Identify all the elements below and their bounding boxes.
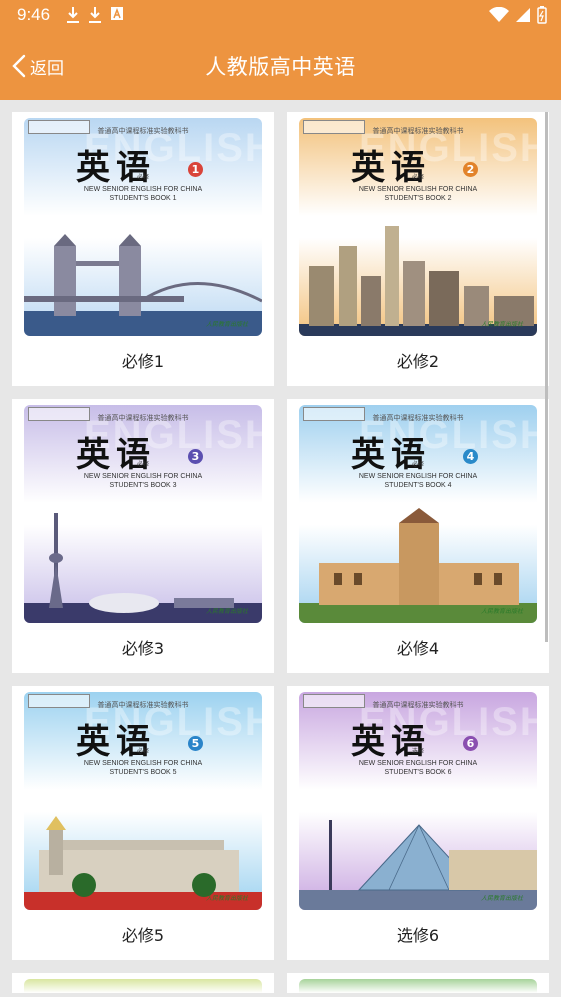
page-title: 人教版高中英语 (205, 55, 356, 79)
cover-series: 普通高中课程标准实验教科书 (97, 414, 189, 422)
cover-subtitle-en: NEW SENIOR ENGLISH FOR CHINA (83, 760, 203, 767)
cover-level: 必修 (136, 462, 149, 468)
cover-subtitle: 选修 NEW SENIOR ENGLISH FOR CHINA STUDENT'… (299, 749, 537, 777)
cover-series: 普通高中课程标准实验教科书 (372, 414, 464, 422)
cover-subtitle: 必修 NEW SENIOR ENGLISH FOR CHINA STUDENT'… (24, 749, 262, 777)
book-card[interactable]: ENGLISH 普通高中课程标准实验教科书 英语 2 必修 NEW SENIOR… (287, 112, 549, 386)
publisher-logo: 人民教育出版社 (205, 321, 248, 328)
cover-scene-image (299, 820, 537, 910)
cover-subtitle-en: NEW SENIOR ENGLISH FOR CHINA (358, 760, 478, 767)
cover-book-en: STUDENT'S BOOK 1 (109, 195, 177, 202)
book-cover: ENGLISH 普通高中课程标准实验教科书 英语 3 必修 NEW SENIOR… (24, 405, 262, 623)
book-cover-partial (24, 979, 262, 993)
book-card[interactable]: ENGLISH 普通高中课程标准实验教科书 英语 3 必修 NEW SENIOR… (12, 399, 274, 673)
signal-icon (516, 8, 530, 22)
cover-subtitle-en: NEW SENIOR ENGLISH FOR CHINA (358, 473, 478, 480)
scrollbar[interactable] (545, 112, 548, 642)
cover-scene-image (24, 234, 262, 336)
book-cover-partial (299, 979, 537, 993)
cover-book-en: STUDENT'S BOOK 2 (384, 195, 452, 202)
book-card[interactable]: ENGLISH 普通高中课程标准实验教科书 英语 5 必修 NEW SENIOR… (12, 686, 274, 960)
cover-subtitle: 必修 NEW SENIOR ENGLISH FOR CHINA STUDENT'… (24, 462, 262, 490)
book-card[interactable]: ENGLISH 普通高中课程标准实验教科书 英语 6 选修 NEW SENIOR… (287, 686, 549, 960)
font-app-icon (111, 7, 123, 20)
cover-level: 必修 (411, 175, 424, 181)
download-icon (67, 7, 79, 23)
cover-book-en: STUDENT'S BOOK 4 (384, 482, 452, 489)
cover-subtitle-en: NEW SENIOR ENGLISH FOR CHINA (83, 186, 203, 193)
cover-subtitle-en: NEW SENIOR ENGLISH FOR CHINA (358, 186, 478, 193)
book-label: 必修2 (396, 352, 440, 371)
cover-book-en: STUDENT'S BOOK 3 (109, 482, 177, 489)
cover-scene-image (24, 513, 262, 623)
book-card-partial[interactable] (12, 973, 274, 993)
book-cover: ENGLISH 普通高中课程标准实验教科书 英语 4 必修 NEW SENIOR… (299, 405, 537, 623)
cover-level: 必修 (411, 462, 424, 468)
book-cover: ENGLISH 普通高中课程标准实验教科书 英语 6 选修 NEW SENIOR… (299, 692, 537, 910)
cover-series: 普通高中课程标准实验教科书 (372, 127, 464, 135)
cover-scene-image (299, 508, 537, 623)
wifi-icon (489, 7, 509, 22)
publisher-logo: 人民教育出版社 (480, 608, 523, 615)
publisher-logo: 人民教育出版社 (480, 321, 523, 328)
book-cover: ENGLISH 普通高中课程标准实验教科书 英语 2 必修 NEW SENIOR… (299, 118, 537, 336)
cover-series: 普通高中课程标准实验教科书 (97, 701, 189, 709)
publisher-logo: 人民教育出版社 (205, 895, 248, 902)
cover-subtitle: 必修 NEW SENIOR ENGLISH FOR CHINA STUDENT'… (299, 462, 537, 490)
publisher-logo: 人民教育出版社 (205, 608, 248, 615)
notification-icons (66, 6, 124, 24)
cover-subtitle: 必修 NEW SENIOR ENGLISH FOR CHINA STUDENT'… (299, 175, 537, 203)
book-cover: ENGLISH 普通高中课程标准实验教科书 英语 1 必修 NEW SENIOR… (24, 118, 262, 336)
book-label: 必修3 (121, 639, 165, 658)
book-card[interactable]: ENGLISH 普通高中课程标准实验教科书 英语 4 必修 NEW SENIOR… (287, 399, 549, 673)
book-cover: ENGLISH 普通高中课程标准实验教科书 英语 5 必修 NEW SENIOR… (24, 692, 262, 910)
book-label: 选修6 (396, 926, 440, 945)
book-label: 必修4 (396, 639, 440, 658)
cover-subtitle-en: NEW SENIOR ENGLISH FOR CHINA (83, 473, 203, 480)
status-bar: 9:46 (0, 0, 561, 32)
cover-book-en: STUDENT'S BOOK 6 (384, 769, 452, 776)
cover-series: 普通高中课程标准实验教科书 (97, 127, 189, 135)
cover-scene-image (24, 816, 262, 910)
cover-level: 选修 (411, 749, 424, 755)
cover-level: 必修 (136, 749, 149, 755)
book-label: 必修5 (121, 926, 165, 945)
publisher-logo: 人民教育出版社 (480, 895, 523, 902)
app-header: 返回 人教版高中英语 (0, 32, 561, 100)
book-card-partial[interactable] (287, 973, 549, 993)
cover-book-en: STUDENT'S BOOK 5 (109, 769, 177, 776)
download-icon (89, 7, 101, 23)
battery-icon (537, 6, 547, 24)
book-label: 必修1 (121, 352, 165, 371)
cover-series: 普通高中课程标准实验教科书 (372, 701, 464, 709)
book-card[interactable]: ENGLISH 普通高中课程标准实验教科书 英语 1 必修 NEW SENIOR… (12, 112, 274, 386)
system-icons (489, 6, 547, 24)
status-time: 9:46 (17, 5, 51, 24)
cover-subtitle: 必修 NEW SENIOR ENGLISH FOR CHINA STUDENT'… (24, 175, 262, 203)
cover-scene-image (299, 226, 537, 336)
cover-level: 必修 (136, 175, 149, 181)
